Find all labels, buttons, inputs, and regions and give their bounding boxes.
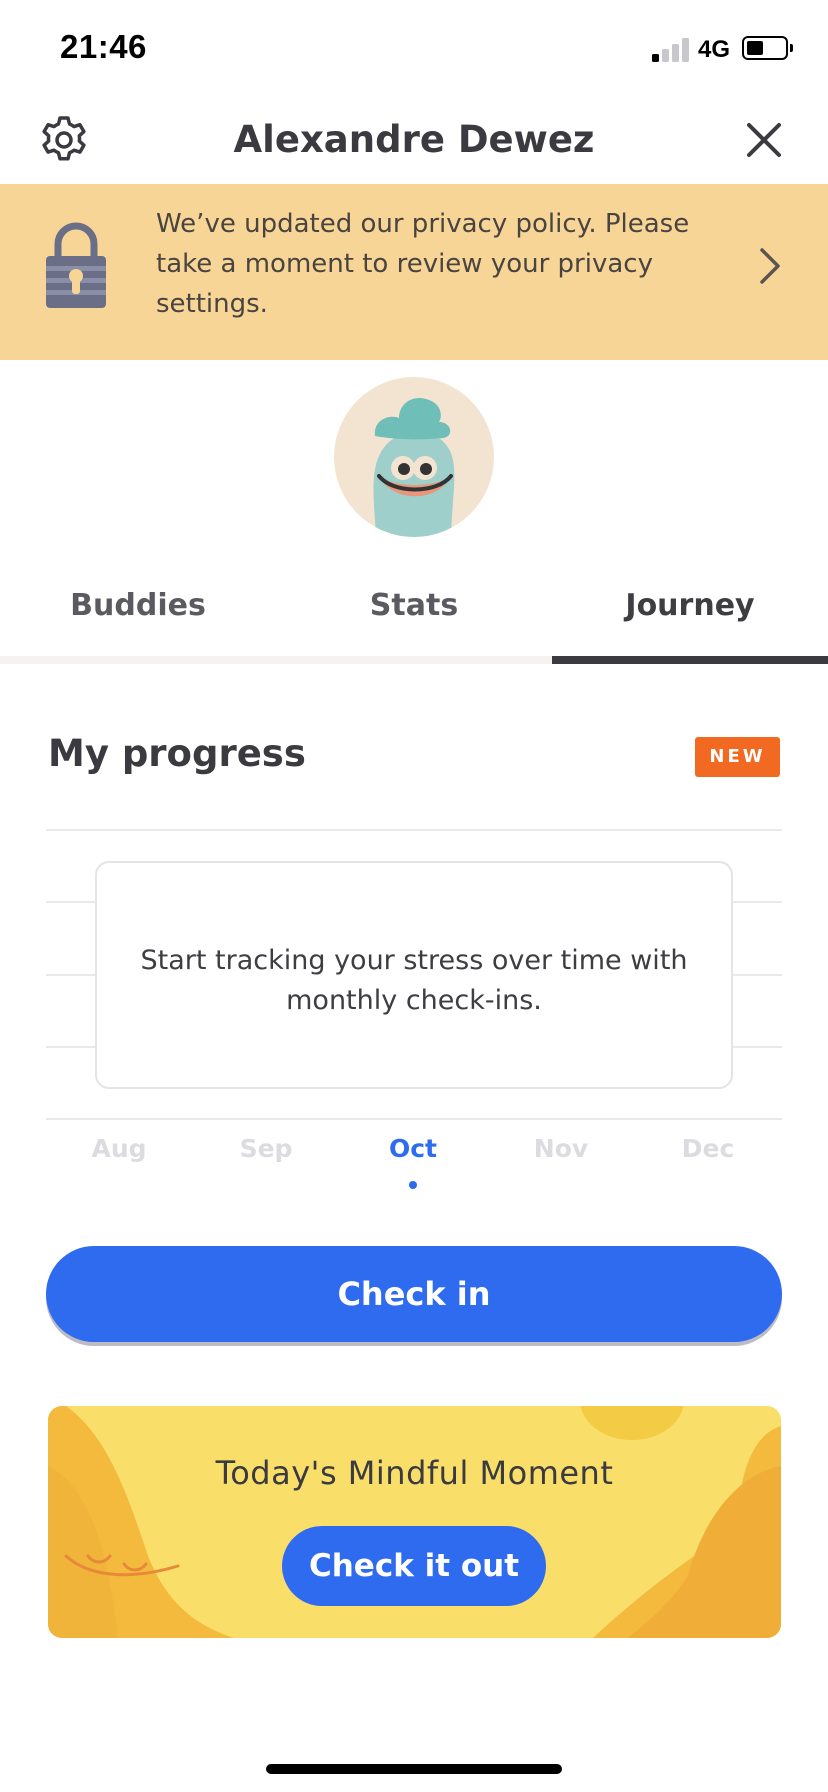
- close-button[interactable]: [740, 116, 788, 164]
- active-tab-indicator: [552, 656, 828, 664]
- empty-state-message: Start tracking your stress over time wit…: [140, 945, 688, 1016]
- network-type: 4G: [698, 36, 731, 63]
- check-it-out-button[interactable]: Check it out: [282, 1526, 546, 1606]
- month-aug[interactable]: Aug: [59, 1134, 179, 1163]
- mindful-moment-title: Today's Mindful Moment: [215, 1454, 614, 1492]
- chart-gridline: [46, 829, 782, 831]
- signal-strength-icon: [652, 38, 690, 62]
- month-sep[interactable]: Sep: [206, 1134, 326, 1163]
- privacy-banner-text: We’ve updated our privacy policy. Please…: [156, 209, 690, 319]
- avatar[interactable]: [333, 376, 495, 538]
- lock-icon: [46, 222, 106, 308]
- check-in-button[interactable]: Check in: [46, 1246, 782, 1342]
- section-title: My progress: [48, 732, 306, 775]
- tab-journey[interactable]: Journey: [552, 588, 828, 623]
- status-bar: 21:46 4G: [0, 0, 828, 100]
- chart-gridline: [46, 1118, 782, 1120]
- active-month-dot: [409, 1181, 417, 1189]
- empty-state-card: Start tracking your stress over time wit…: [95, 861, 733, 1089]
- new-badge: NEW: [695, 737, 780, 777]
- month-dec[interactable]: Dec: [648, 1134, 768, 1163]
- tab-buddies[interactable]: Buddies: [0, 588, 276, 623]
- battery-icon: [742, 36, 788, 60]
- tab-stats[interactable]: Stats: [276, 588, 552, 623]
- profile-header: Alexandre Dewez: [0, 100, 828, 184]
- chevron-right-icon: [760, 248, 780, 284]
- privacy-policy-banner[interactable]: We’ve updated our privacy policy. Please…: [0, 184, 828, 360]
- mindful-moment-card: Today's Mindful Moment Check it out: [48, 1406, 781, 1638]
- month-nov[interactable]: Nov: [501, 1134, 621, 1163]
- close-icon: [747, 123, 781, 157]
- home-indicator[interactable]: [266, 1764, 562, 1774]
- profile-name: Alexandre Dewez: [233, 118, 595, 161]
- screen: 21:46 4G Alexandre Dewez We’ve updated o…: [0, 0, 828, 1792]
- profile-tabs: Buddies Stats Journey: [0, 570, 828, 664]
- month-oct[interactable]: Oct: [353, 1134, 473, 1163]
- status-time: 21:46: [60, 28, 147, 65]
